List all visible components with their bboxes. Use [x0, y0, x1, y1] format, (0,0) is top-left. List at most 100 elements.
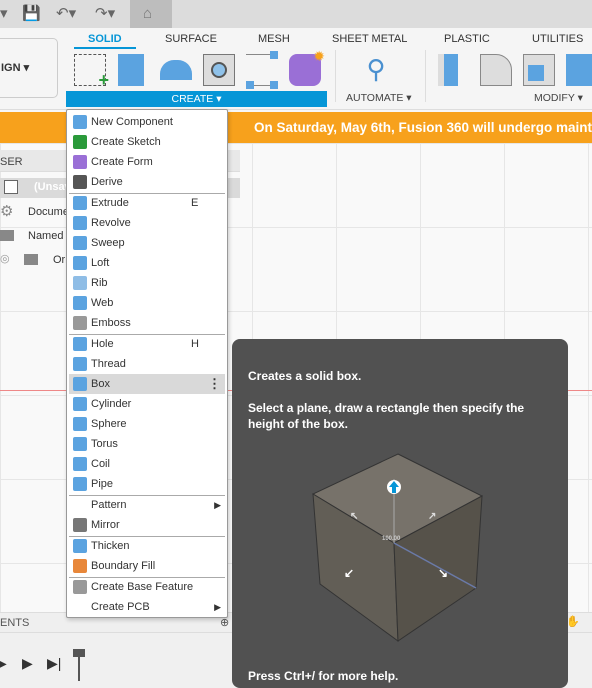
menu-item-label: Web	[91, 297, 114, 309]
title-bar: ▾ 💾 ↶▾ ↷▾ ⌂	[0, 0, 592, 28]
toolbar: IGN ▾ SOLID SURFACE MESH SHEET METAL PLA…	[0, 28, 592, 110]
menu-item-coil[interactable]: Coil	[69, 454, 225, 474]
extrude-icon[interactable]	[118, 54, 144, 86]
automate-label: AUTOMATE	[346, 92, 404, 104]
press-pull-icon[interactable]	[438, 54, 458, 86]
tab-mesh[interactable]: MESH	[258, 33, 290, 45]
sphere-icon	[73, 417, 87, 431]
arrow-icon: ↙	[344, 566, 354, 580]
menu-item-create-sketch[interactable]: Create Sketch	[69, 132, 225, 152]
menu-item-label: Rib	[91, 277, 108, 289]
timeline-marker[interactable]	[78, 653, 80, 681]
box-illustration: ↖ ↗ ↙ ↘ 100.00	[311, 453, 484, 643]
shortcut-label: E	[191, 197, 199, 209]
menu-item-label: Extrude	[91, 197, 129, 209]
menu-item-web[interactable]: Web	[69, 293, 225, 313]
box-tooltip: Creates a solid box. Select a plane, dra…	[232, 339, 568, 688]
pipe-icon	[73, 477, 87, 491]
tab-solid[interactable]: SOLID	[74, 33, 136, 49]
create-dropdown-menu: New Component Create Sketch Create Form Der…	[66, 109, 228, 618]
cylinder-icon	[73, 397, 87, 411]
thread-icon	[73, 357, 87, 371]
base-feature-icon	[73, 580, 87, 594]
menu-item-derive[interactable]: Derive	[69, 172, 225, 192]
workspace-switcher[interactable]: IGN ▾	[0, 38, 58, 98]
submenu-arrow-icon: ▶	[214, 602, 221, 612]
combine-icon[interactable]	[566, 54, 592, 86]
tab-utilities[interactable]: UTILITIES	[532, 33, 583, 45]
menu-item-create-base-feature[interactable]: Create Base Feature	[69, 577, 225, 597]
menu-item-box[interactable]: Box ⋮	[69, 374, 225, 394]
menu-item-thicken[interactable]: Thicken	[69, 536, 225, 556]
revolve-icon[interactable]	[160, 60, 192, 80]
play-icon[interactable]: ▶	[0, 655, 7, 672]
menu-item-label: Torus	[91, 438, 118, 450]
create-sketch-icon[interactable]: +	[74, 54, 109, 90]
rib-icon	[73, 276, 87, 290]
menu-item-label: Sweep	[91, 237, 125, 249]
menu-item-label: Revolve	[91, 217, 131, 229]
menu-item-label: Emboss	[91, 317, 131, 329]
dimension-label: 100.00	[382, 536, 401, 542]
web-icon	[73, 296, 87, 310]
go-to-end-icon[interactable]: ▶|	[47, 655, 61, 672]
fillet-icon[interactable]	[480, 54, 512, 86]
divider	[425, 50, 426, 102]
menu-item-create-pcb[interactable]: Create PCB ▶	[69, 597, 225, 617]
pattern-icon[interactable]	[246, 51, 278, 89]
create-form-icon[interactable]: ✹	[289, 48, 325, 86]
new-component-icon	[73, 115, 87, 129]
home-icon: ⌂	[143, 5, 153, 22]
menu-item-label: Box	[91, 378, 110, 390]
menu-item-revolve[interactable]: Revolve	[69, 213, 225, 233]
tab-sheet-metal[interactable]: SHEET METAL	[332, 33, 407, 45]
folder-icon	[0, 230, 14, 241]
box-icon	[73, 377, 87, 391]
menu-item-sweep[interactable]: Sweep	[69, 233, 225, 253]
menu-item-hole[interactable]: Hole H	[69, 334, 225, 354]
comments-label: ENTS	[0, 617, 30, 629]
menu-item-new-component[interactable]: New Component	[69, 112, 225, 132]
menu-item-torus[interactable]: Torus	[69, 434, 225, 454]
visibility-off-icon[interactable]: ◎	[0, 252, 10, 265]
dropdown-icon[interactable]: ▾	[0, 4, 8, 22]
menu-item-label: Pipe	[91, 478, 114, 490]
menu-item-boundary-fill[interactable]: Boundary Fill	[69, 556, 225, 576]
menu-item-sphere[interactable]: Sphere	[69, 414, 225, 434]
modify-menu-button[interactable]: MODIFY ▾	[534, 92, 583, 104]
shell-icon[interactable]	[523, 54, 555, 86]
tab-plastic[interactable]: PLASTIC	[444, 33, 490, 45]
menu-item-cylinder[interactable]: Cylinder	[69, 394, 225, 414]
more-options-icon[interactable]: ⋮	[208, 374, 221, 394]
loft-icon	[73, 256, 87, 270]
home-tab[interactable]: ⌂	[130, 0, 172, 28]
redo-icon[interactable]: ↷▾	[95, 4, 115, 22]
create-menu-button[interactable]: CREATE ▾	[66, 91, 327, 107]
hole-icon[interactable]	[203, 54, 235, 86]
undo-icon[interactable]: ↶▾	[56, 4, 76, 22]
menu-item-mirror[interactable]: Mirror	[69, 515, 225, 535]
menu-item-emboss[interactable]: Emboss	[69, 313, 225, 333]
menu-item-pipe[interactable]: Pipe	[69, 474, 225, 494]
revolve-icon	[73, 216, 87, 230]
coil-icon	[73, 457, 87, 471]
menu-item-label: Cylinder	[91, 398, 132, 410]
menu-item-label: Create PCB	[91, 601, 150, 613]
menu-item-label: Create Base Feature	[91, 581, 194, 593]
menu-item-create-form[interactable]: Create Form	[69, 152, 225, 172]
step-forward-icon[interactable]: ▶	[22, 655, 33, 672]
pan-icon[interactable]: ✋	[566, 615, 580, 628]
menu-item-extrude[interactable]: Extrude E	[69, 193, 225, 213]
menu-item-pattern[interactable]: Pattern ▶	[69, 495, 225, 515]
menu-item-thread[interactable]: Thread	[69, 354, 225, 374]
automate-icon[interactable]: ⚲	[360, 54, 392, 86]
extrude-icon	[73, 196, 87, 210]
automate-menu-button[interactable]: AUTOMATE ▾	[346, 92, 412, 104]
derive-icon	[73, 175, 87, 189]
menu-item-label: Derive	[91, 176, 123, 188]
menu-item-loft[interactable]: Loft	[69, 253, 225, 273]
tooltip-title: Creates a solid box.	[248, 369, 362, 383]
tab-surface[interactable]: SURFACE	[165, 33, 217, 45]
menu-item-rib[interactable]: Rib	[69, 273, 225, 293]
save-icon[interactable]: 💾	[22, 4, 41, 22]
